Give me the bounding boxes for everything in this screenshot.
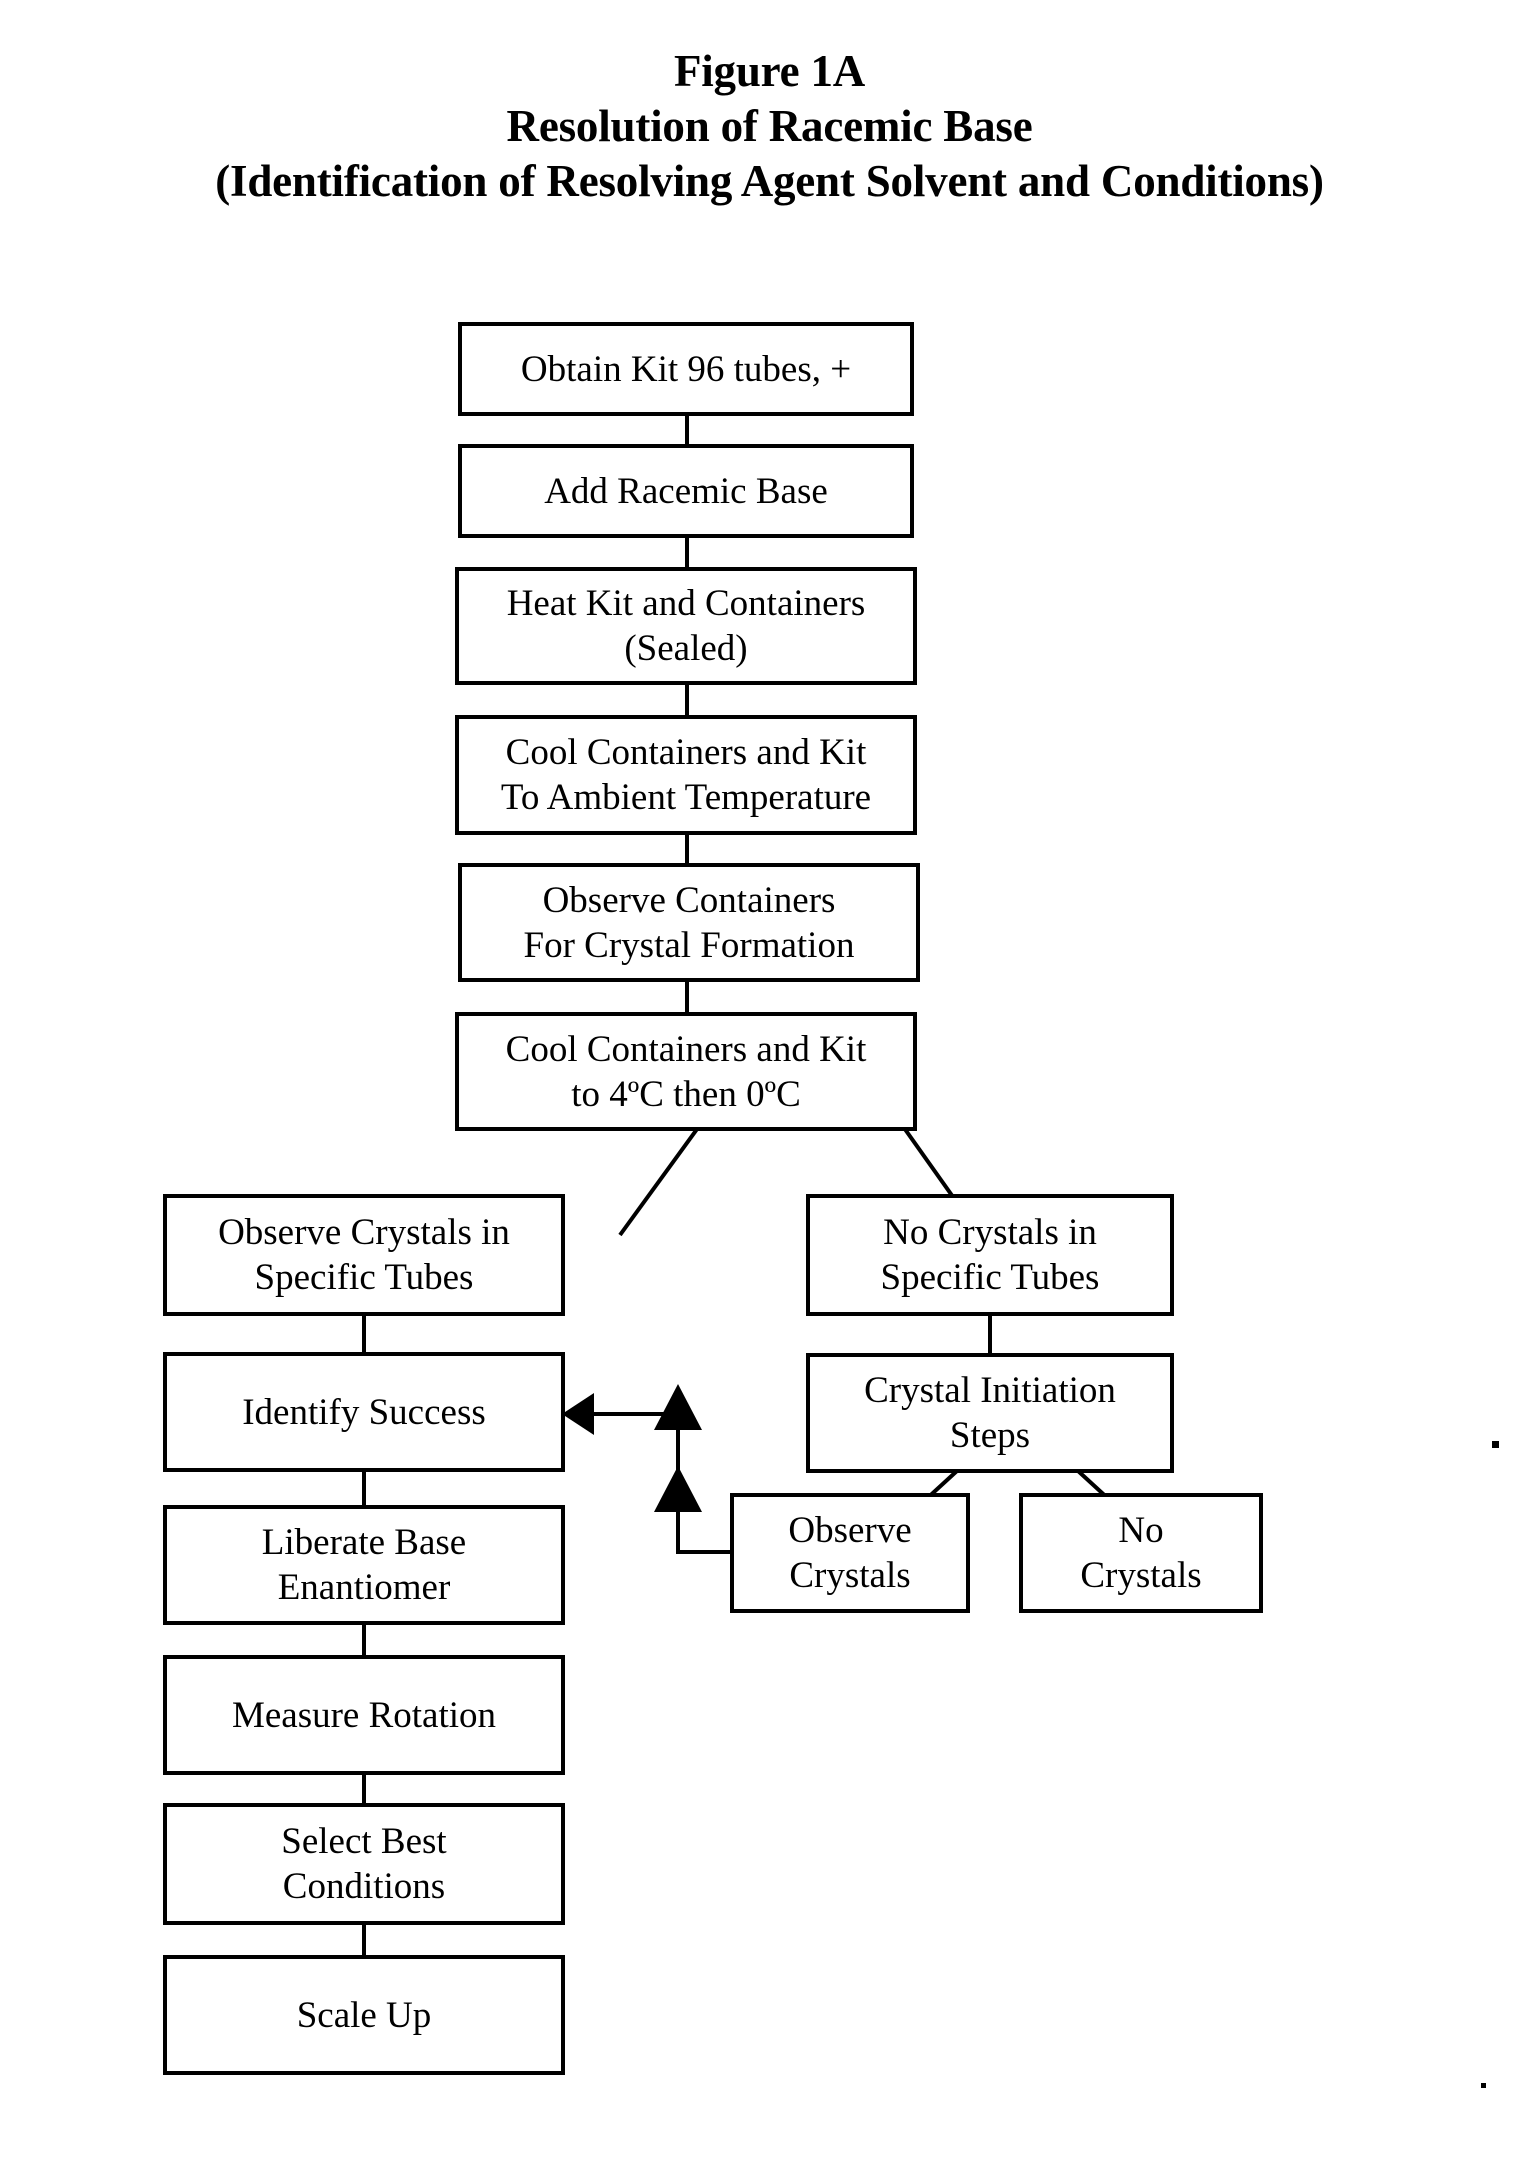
node-label: No Crystals bbox=[1080, 1510, 1202, 1596]
feedback-horizontal-lower bbox=[676, 1550, 738, 1554]
node-label: Observe Crystals in Specific Tubes bbox=[218, 1212, 510, 1298]
node-identify-success[interactable]: Identify Success bbox=[163, 1352, 565, 1472]
edge-n8-n10 bbox=[988, 1316, 992, 1354]
node-label: Scale Up bbox=[296, 1994, 432, 2036]
node-label: Observe Crystals bbox=[788, 1510, 912, 1596]
node-label: Select Best Conditions bbox=[281, 1821, 447, 1907]
edge-n15-n16 bbox=[362, 1923, 366, 1959]
node-liberate-base-enantiomer[interactable]: Liberate Base Enantiomer bbox=[163, 1505, 565, 1625]
node-label: Identify Success bbox=[242, 1391, 486, 1433]
edge-n9-n11 bbox=[362, 1470, 366, 1506]
edge-n14-n15 bbox=[362, 1771, 366, 1805]
node-label: Observe Containers For Crystal Formation bbox=[523, 879, 855, 966]
node-obtain-kit[interactable]: Obtain Kit 96 tubes, + bbox=[458, 322, 914, 416]
feedback-arrowhead-upper bbox=[654, 1384, 702, 1430]
node-label: Obtain Kit 96 tubes, + bbox=[520, 348, 852, 390]
edge-n7-n9 bbox=[362, 1315, 366, 1353]
node-measure-rotation[interactable]: Measure Rotation bbox=[163, 1655, 565, 1775]
edge-n2-n3 bbox=[685, 537, 689, 569]
node-label: Heat Kit and Containers (Sealed) bbox=[506, 583, 866, 669]
node-label: Crystal Initiation Steps bbox=[864, 1370, 1116, 1456]
title-line-1: Figure 1A bbox=[673, 46, 866, 96]
edge-n5-n6 bbox=[685, 980, 689, 1014]
node-crystal-initiation-steps[interactable]: Crystal Initiation Steps bbox=[806, 1353, 1174, 1473]
edge-n1-n2 bbox=[685, 414, 689, 446]
feedback-arrowhead-into-identify-success bbox=[562, 1393, 594, 1435]
node-observe-crystals-in-specific-tubes[interactable]: Observe Crystals in Specific Tubes bbox=[163, 1194, 565, 1316]
edge-n3-n4 bbox=[685, 684, 689, 717]
node-select-best-conditions[interactable]: Select Best Conditions bbox=[163, 1803, 565, 1925]
node-heat-kit-and-containers[interactable]: Heat Kit and Containers (Sealed) bbox=[455, 567, 917, 685]
node-scale-up[interactable]: Scale Up bbox=[163, 1955, 565, 2075]
feedback-arrowhead-lower bbox=[654, 1466, 702, 1512]
feedback-vertical-lower bbox=[676, 1510, 680, 1552]
node-add-racemic-base[interactable]: Add Racemic Base bbox=[458, 444, 914, 538]
node-cool-to-ambient[interactable]: Cool Containers and Kit To Ambient Tempe… bbox=[455, 715, 917, 835]
scan-speck-artifact bbox=[1492, 1441, 1499, 1448]
node-label: Measure Rotation bbox=[231, 1694, 497, 1736]
node-label: Add Racemic Base bbox=[544, 470, 828, 512]
node-label: No Crystals in Specific Tubes bbox=[880, 1212, 1100, 1298]
figure-title: Figure 1A Resolution of Racemic Base (Id… bbox=[0, 44, 1539, 209]
node-no-crystals-in-specific-tubes[interactable]: No Crystals in Specific Tubes bbox=[806, 1194, 1174, 1316]
node-cool-to-4c-then-0c[interactable]: Cool Containers and Kit to 4ºC then 0ºC bbox=[455, 1012, 917, 1131]
node-observe-containers[interactable]: Observe Containers For Crystal Formation bbox=[458, 863, 920, 982]
figure-page: Figure 1A Resolution of Racemic Base (Id… bbox=[0, 0, 1539, 2183]
node-label: Liberate Base Enantiomer bbox=[261, 1522, 467, 1608]
node-label: Cool Containers and Kit to 4ºC then 0ºC bbox=[505, 1028, 867, 1115]
scan-speck-artifact-lower bbox=[1481, 2083, 1486, 2088]
title-line-3: (Identification of Resolving Agent Solve… bbox=[215, 156, 1324, 206]
title-line-2: Resolution of Racemic Base bbox=[506, 101, 1033, 151]
node-observe-crystals[interactable]: Observe Crystals bbox=[730, 1493, 970, 1613]
node-no-crystals[interactable]: No Crystals bbox=[1019, 1493, 1263, 1613]
node-label: Cool Containers and Kit To Ambient Tempe… bbox=[500, 732, 872, 818]
edge-n4-n5 bbox=[685, 833, 689, 865]
